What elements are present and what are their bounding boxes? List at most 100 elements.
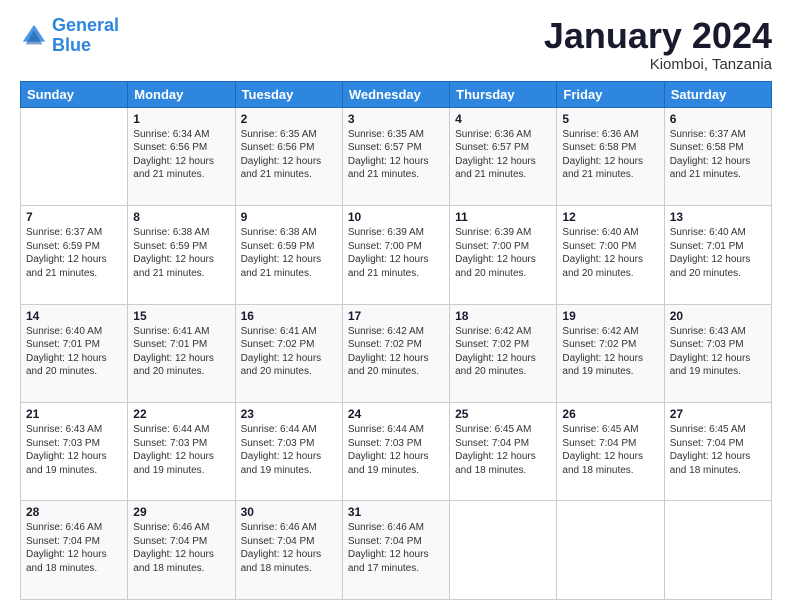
calendar-cell: 14 Sunrise: 6:40 AMSunset: 7:01 PMDayligh…: [21, 304, 128, 402]
day-info: Sunrise: 6:40 AMSunset: 7:00 PMDaylight:…: [562, 226, 658, 280]
day-info: Sunrise: 6:41 AMSunset: 7:02 PMDaylight:…: [241, 325, 337, 379]
day-info: Sunrise: 6:46 AMSunset: 7:04 PMDaylight:…: [133, 521, 229, 575]
calendar-cell: 24Sunrise: 6:44 AMSunset: 7:03 PMDayligh…: [342, 403, 449, 501]
day-header-wednesday: Wednesday: [342, 81, 449, 107]
week-row-5: 28 Sunrise: 6:46 AMSunset: 7:04 PMDayligh…: [21, 501, 772, 600]
day-info: Sunrise: 6:40 AMSunset: 7:01 PMDaylight:…: [670, 226, 766, 280]
day-number: 11: [455, 210, 551, 224]
logo: General Blue: [20, 16, 119, 56]
day-info: Sunrise: 6:39 AMSunset: 7:00 PMDaylight:…: [348, 226, 444, 280]
calendar-cell: 9 Sunrise: 6:38 AMSunset: 6:59 PMDaylight…: [235, 206, 342, 304]
day-info: Sunrise: 6:38 AMSunset: 6:59 PMDaylight:…: [241, 226, 337, 280]
day-number: 16: [241, 309, 337, 323]
calendar-cell: 22 Sunrise: 6:44 AMSunset: 7:03 PMDayligh…: [128, 403, 235, 501]
calendar-cell: 25 Sunrise: 6:45 AMSunset: 7:04 PMDayligh…: [450, 403, 557, 501]
calendar-cell: 6 Sunrise: 6:37 AMSunset: 6:58 PMDaylight…: [664, 107, 771, 205]
calendar-cell: 15 Sunrise: 6:41 AMSunset: 7:01 PMDayligh…: [128, 304, 235, 402]
day-info: Sunrise: 6:37 AMSunset: 6:59 PMDaylight:…: [26, 226, 122, 280]
week-row-3: 14 Sunrise: 6:40 AMSunset: 7:01 PMDayligh…: [21, 304, 772, 402]
calendar-cell: 12Sunrise: 6:40 AMSunset: 7:00 PMDayligh…: [557, 206, 664, 304]
day-info: Sunrise: 6:36 AMSunset: 6:57 PMDaylight:…: [455, 128, 551, 182]
calendar-table: SundayMondayTuesdayWednesdayThursdayFrid…: [20, 81, 772, 600]
week-row-4: 21Sunrise: 6:43 AMSunset: 7:03 PMDayligh…: [21, 403, 772, 501]
day-info: Sunrise: 6:46 AMSunset: 7:04 PMDaylight:…: [26, 521, 122, 575]
day-number: 4: [455, 112, 551, 126]
day-number: 22: [133, 407, 229, 421]
calendar-cell: 17Sunrise: 6:42 AMSunset: 7:02 PMDayligh…: [342, 304, 449, 402]
calendar-cell: 21Sunrise: 6:43 AMSunset: 7:03 PMDayligh…: [21, 403, 128, 501]
day-number: 15: [133, 309, 229, 323]
day-info: Sunrise: 6:38 AMSunset: 6:59 PMDaylight:…: [133, 226, 229, 280]
day-number: 9: [241, 210, 337, 224]
calendar-cell: 1Sunrise: 6:34 AMSunset: 6:56 PMDaylight…: [128, 107, 235, 205]
title-block: January 2024 Kiomboi, Tanzania: [544, 16, 772, 73]
calendar-cell: 16 Sunrise: 6:41 AMSunset: 7:02 PMDayligh…: [235, 304, 342, 402]
day-number: 5: [562, 112, 658, 126]
day-info: Sunrise: 6:42 AMSunset: 7:02 PMDaylight:…: [455, 325, 551, 379]
day-number: 30: [241, 505, 337, 519]
calendar-cell: 30Sunrise: 6:46 AMSunset: 7:04 PMDayligh…: [235, 501, 342, 600]
day-number: 31: [348, 505, 444, 519]
day-info: Sunrise: 6:35 AMSunset: 6:56 PMDaylight:…: [241, 128, 337, 182]
day-info: Sunrise: 6:45 AMSunset: 7:04 PMDaylight:…: [562, 423, 658, 477]
day-info: Sunrise: 6:46 AMSunset: 7:04 PMDaylight:…: [348, 521, 444, 575]
day-number: 7: [26, 210, 122, 224]
day-info: Sunrise: 6:44 AMSunset: 7:03 PMDaylight:…: [348, 423, 444, 477]
day-header-sunday: Sunday: [21, 81, 128, 107]
calendar-cell: [450, 501, 557, 600]
day-number: 26: [562, 407, 658, 421]
day-header-friday: Friday: [557, 81, 664, 107]
day-number: 3: [348, 112, 444, 126]
calendar-cell: 27 Sunrise: 6:45 AMSunset: 7:04 PMDayligh…: [664, 403, 771, 501]
day-number: 13: [670, 210, 766, 224]
day-info: Sunrise: 6:45 AMSunset: 7:04 PMDaylight:…: [455, 423, 551, 477]
calendar-cell: 31 Sunrise: 6:46 AMSunset: 7:04 PMDayligh…: [342, 501, 449, 600]
day-number: 21: [26, 407, 122, 421]
calendar-cell: 26 Sunrise: 6:45 AMSunset: 7:04 PMDayligh…: [557, 403, 664, 501]
day-number: 8: [133, 210, 229, 224]
day-number: 28: [26, 505, 122, 519]
calendar-cell: 23 Sunrise: 6:44 AMSunset: 7:03 PMDayligh…: [235, 403, 342, 501]
day-number: 6: [670, 112, 766, 126]
header: General Blue January 2024 Kiomboi, Tanza…: [20, 16, 772, 73]
day-info: Sunrise: 6:44 AMSunset: 7:03 PMDaylight:…: [241, 423, 337, 477]
day-info: Sunrise: 6:39 AMSunset: 7:00 PMDaylight:…: [455, 226, 551, 280]
page: General Blue January 2024 Kiomboi, Tanza…: [0, 0, 792, 612]
day-info: Sunrise: 6:45 AMSunset: 7:04 PMDaylight:…: [670, 423, 766, 477]
calendar-cell: 2 Sunrise: 6:35 AMSunset: 6:56 PMDaylight…: [235, 107, 342, 205]
week-row-2: 7 Sunrise: 6:37 AMSunset: 6:59 PMDaylight…: [21, 206, 772, 304]
calendar-cell: 4 Sunrise: 6:36 AMSunset: 6:57 PMDaylight…: [450, 107, 557, 205]
calendar-cell: [557, 501, 664, 600]
calendar-cell: 7 Sunrise: 6:37 AMSunset: 6:59 PMDaylight…: [21, 206, 128, 304]
calendar-cell: 13 Sunrise: 6:40 AMSunset: 7:01 PMDayligh…: [664, 206, 771, 304]
subtitle: Kiomboi, Tanzania: [544, 56, 772, 73]
day-info: Sunrise: 6:40 AMSunset: 7:01 PMDaylight:…: [26, 325, 122, 379]
calendar-cell: 18Sunrise: 6:42 AMSunset: 7:02 PMDayligh…: [450, 304, 557, 402]
day-info: Sunrise: 6:37 AMSunset: 6:58 PMDaylight:…: [670, 128, 766, 182]
day-number: 27: [670, 407, 766, 421]
day-info: Sunrise: 6:35 AMSunset: 6:57 PMDaylight:…: [348, 128, 444, 182]
day-info: Sunrise: 6:36 AMSunset: 6:58 PMDaylight:…: [562, 128, 658, 182]
day-number: 19: [562, 309, 658, 323]
day-number: 14: [26, 309, 122, 323]
day-number: 23: [241, 407, 337, 421]
calendar-cell: 10 Sunrise: 6:39 AMSunset: 7:00 PMDayligh…: [342, 206, 449, 304]
day-number: 2: [241, 112, 337, 126]
day-number: 10: [348, 210, 444, 224]
days-header-row: SundayMondayTuesdayWednesdayThursdayFrid…: [21, 81, 772, 107]
day-header-thursday: Thursday: [450, 81, 557, 107]
week-row-1: 1Sunrise: 6:34 AMSunset: 6:56 PMDaylight…: [21, 107, 772, 205]
day-number: 25: [455, 407, 551, 421]
logo-text: General Blue: [52, 16, 119, 56]
day-number: 17: [348, 309, 444, 323]
calendar-cell: 29Sunrise: 6:46 AMSunset: 7:04 PMDayligh…: [128, 501, 235, 600]
day-header-saturday: Saturday: [664, 81, 771, 107]
calendar-cell: 8 Sunrise: 6:38 AMSunset: 6:59 PMDaylight…: [128, 206, 235, 304]
calendar-cell: [664, 501, 771, 600]
day-info: Sunrise: 6:44 AMSunset: 7:03 PMDaylight:…: [133, 423, 229, 477]
day-header-monday: Monday: [128, 81, 235, 107]
calendar-cell: 20Sunrise: 6:43 AMSunset: 7:03 PMDayligh…: [664, 304, 771, 402]
day-info: Sunrise: 6:42 AMSunset: 7:02 PMDaylight:…: [562, 325, 658, 379]
day-info: Sunrise: 6:41 AMSunset: 7:01 PMDaylight:…: [133, 325, 229, 379]
day-number: 20: [670, 309, 766, 323]
